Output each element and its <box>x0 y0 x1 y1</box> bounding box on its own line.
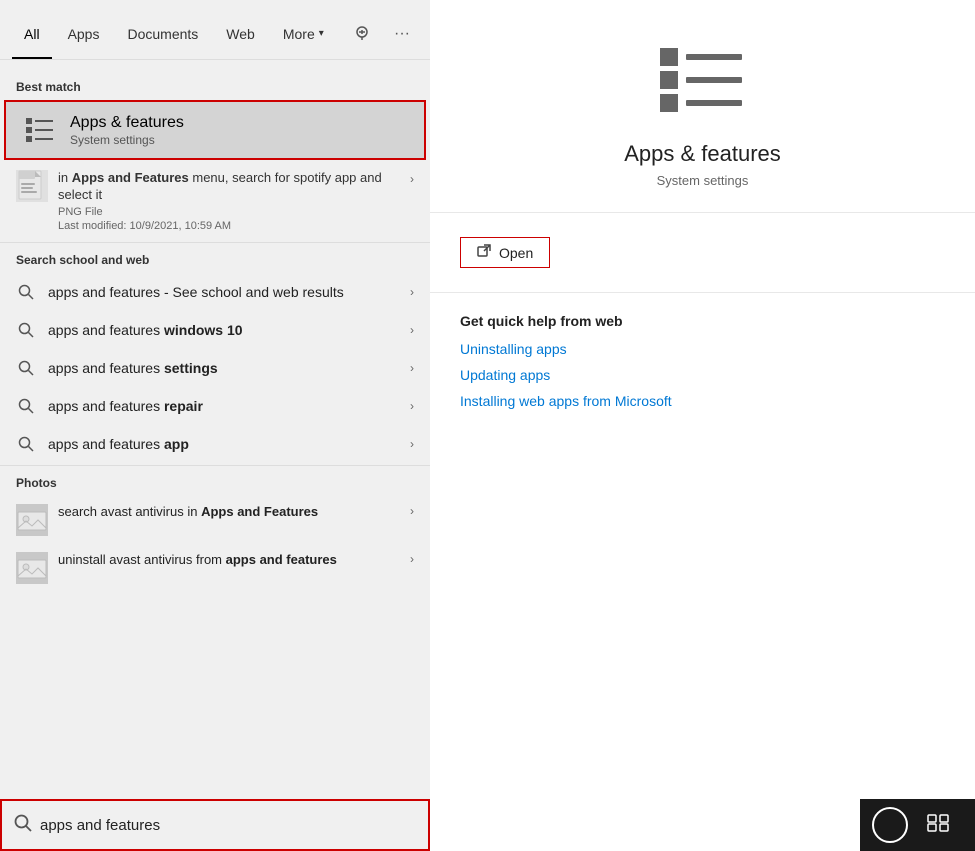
photos-item-text-0: search avast antivirus in Apps and Featu… <box>58 504 410 519</box>
web-item-text-2: apps and features settings <box>48 360 410 376</box>
best-match-title: Apps & features <box>70 113 408 134</box>
best-match-text: Apps & features System settings <box>70 113 408 148</box>
app-detail-icon <box>658 40 748 125</box>
taskbar-taskview-btn[interactable] <box>916 803 960 847</box>
tab-more-label: More <box>283 26 315 42</box>
quick-help-link-2[interactable]: Installing web apps from Microsoft <box>460 393 945 409</box>
web-item-text-0: apps and features - See school and web r… <box>48 284 410 300</box>
quick-help-section: Get quick help from web Uninstalling app… <box>430 293 975 439</box>
photos-item-text-1: uninstall avast antivirus from apps and … <box>58 552 410 567</box>
open-btn-area: Open <box>430 213 975 293</box>
app-detail-header: Apps & features System settings <box>430 0 975 213</box>
web-item-arrow-3: › <box>410 399 414 413</box>
tabs-right-icons: ··· <box>346 18 418 50</box>
quick-help-link-0[interactable]: Uninstalling apps <box>460 341 945 357</box>
photos-item-0[interactable]: search avast antivirus in Apps and Featu… <box>0 496 430 544</box>
tab-documents[interactable]: Documents <box>115 18 210 50</box>
web-item-text-1: apps and features windows 10 <box>48 322 410 338</box>
tab-web[interactable]: Web <box>214 18 267 50</box>
web-item-arrow-4: › <box>410 437 414 451</box>
tab-more[interactable]: More ▾ <box>271 18 336 50</box>
search-input[interactable] <box>40 817 416 834</box>
web-item-3[interactable]: apps and features repair › <box>0 387 430 425</box>
open-button-label: Open <box>499 245 533 261</box>
apps-features-icon <box>22 112 58 148</box>
web-item-text-4: apps and features app <box>48 436 410 452</box>
file-result-title: in Apps and Features menu, search for sp… <box>58 170 406 204</box>
app-detail-subtitle: System settings <box>657 173 749 188</box>
search-icon-1 <box>16 320 36 340</box>
web-item-arrow-1: › <box>410 323 414 337</box>
search-box-icon <box>14 814 32 837</box>
file-result-type: PNG File <box>58 206 406 218</box>
web-section-label: Search school and web <box>0 245 430 273</box>
web-item-arrow-0: › <box>410 285 414 299</box>
file-result-arrow: › <box>410 172 414 186</box>
taskbar-explorer-btn[interactable]: 🗂 <box>964 803 975 847</box>
circle-icon <box>872 807 908 843</box>
tab-apps[interactable]: Apps <box>56 18 112 50</box>
quick-help-link-1[interactable]: Updating apps <box>460 367 945 383</box>
photo-thumb-1 <box>16 552 48 584</box>
web-item-2[interactable]: apps and features settings › <box>0 349 430 387</box>
web-item-text-3: apps and features repair <box>48 398 410 414</box>
web-item-0[interactable]: apps and features - See school and web r… <box>0 273 430 311</box>
photos-item-arrow-1: › <box>410 552 414 566</box>
web-item-4[interactable]: apps and features app › <box>0 425 430 463</box>
results-area: Best match Apps & features System settin… <box>0 60 430 799</box>
open-button[interactable]: Open <box>460 237 550 268</box>
photos-item-1[interactable]: uninstall avast antivirus from apps and … <box>0 544 430 592</box>
open-button-icon <box>477 244 491 261</box>
search-box-container <box>0 799 430 851</box>
right-panel: Apps & features System settings Open Get… <box>430 0 975 851</box>
taskbar: 🗂 ⌨️ ✉ 🌐 🛍 ✦ 🌍 <box>860 799 975 851</box>
photos-section-label: Photos <box>0 468 430 496</box>
file-result-modified: Last modified: 10/9/2021, 10:59 AM <box>58 220 406 232</box>
quick-help-title: Get quick help from web <box>460 313 945 329</box>
search-icon-0 <box>16 282 36 302</box>
chevron-down-icon: ▾ <box>319 28 324 39</box>
file-result-item[interactable]: in Apps and Features menu, search for sp… <box>0 162 430 240</box>
web-item-arrow-2: › <box>410 361 414 375</box>
search-panel: All Apps Documents Web More ▾ ··· Best m… <box>0 0 430 851</box>
taskbar-circle-btn[interactable] <box>868 803 912 847</box>
search-icon-3 <box>16 396 36 416</box>
photos-item-arrow-0: › <box>410 504 414 518</box>
more-options-icon[interactable]: ··· <box>386 18 418 50</box>
photo-thumb-0 <box>16 504 48 536</box>
best-match-item[interactable]: Apps & features System settings <box>4 100 426 160</box>
png-file-icon <box>16 170 48 202</box>
search-icon-4 <box>16 434 36 454</box>
best-match-label: Best match <box>0 72 430 100</box>
app-detail-title: Apps & features <box>624 141 781 167</box>
file-result-text: in Apps and Features menu, search for sp… <box>58 170 406 232</box>
task-view-icon <box>927 814 949 837</box>
search-icon-2 <box>16 358 36 378</box>
tabs-bar: All Apps Documents Web More ▾ ··· <box>0 0 430 60</box>
web-item-1[interactable]: apps and features windows 10 › <box>0 311 430 349</box>
best-match-subtitle: System settings <box>70 133 408 147</box>
feedback-icon[interactable] <box>346 18 378 50</box>
tab-all[interactable]: All <box>12 18 52 50</box>
